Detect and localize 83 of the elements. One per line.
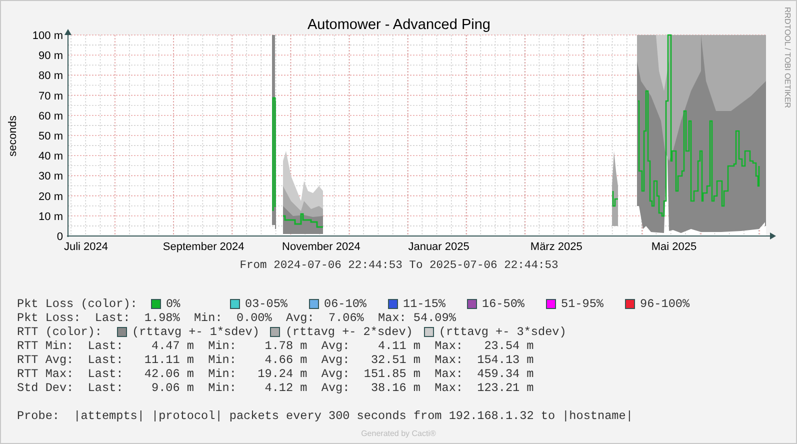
y-axis-label: seconds [7, 116, 19, 156]
x-tick-label: Januar 2025 [408, 241, 470, 253]
stat-value: 9.06 m [150, 381, 194, 395]
stat-value: 0.00% [235, 311, 272, 325]
stat-label: Std Dev: [17, 381, 75, 395]
chart-title: Automower - Advanced Ping [308, 17, 490, 33]
stat-key: Last: [88, 339, 124, 353]
stat-key: Min: [208, 339, 236, 353]
generator-credit: Generated by Cacti® [361, 429, 436, 438]
stat-key: Min: [208, 381, 236, 395]
y-tick-label: 70 m [38, 90, 63, 102]
legend-text: (rttavg +- 1*sdev) [132, 325, 260, 339]
legend-text: (rttavg +- 3*sdev) [438, 325, 566, 339]
stat-value: 459.34 m [476, 367, 534, 381]
stat-key: Min: [208, 353, 236, 367]
stat-key: Avg: [286, 311, 314, 325]
stat-value: 151.85 m [362, 367, 420, 381]
y-tick-label: 20 m [38, 190, 63, 203]
legend-label: RTT (color): [17, 325, 103, 339]
legend-text: 11-15% [403, 297, 446, 311]
smoke-band [283, 206, 323, 234]
legend-text: 0% [166, 297, 182, 311]
y-tick-label: 30 m [38, 170, 63, 183]
side-credit: RRDTOOL / TOBI OETIKER [783, 7, 792, 108]
stat-value: 4.11 m [377, 339, 420, 353]
stat-label: RTT Avg: [17, 353, 75, 367]
stat-value: 32.51 m [370, 353, 420, 367]
x-tick-label: September 2024 [162, 241, 244, 253]
y-tick-label: 80 m [38, 70, 63, 82]
legend-text: 16-50% [482, 297, 526, 311]
x-tick-label: November 2024 [282, 241, 360, 253]
stat-key: Max: [434, 367, 463, 381]
y-tick-label: 90 m [38, 50, 63, 62]
stat-value: 42.06 m [143, 367, 194, 381]
stat-value: 4.12 m [264, 381, 308, 395]
stat-key: Min: [194, 311, 222, 325]
latency-line [612, 191, 618, 207]
stat-label: RTT Min: [17, 339, 75, 353]
stat-label: RTT Max: [17, 367, 75, 381]
stat-value: 11.11 m [143, 353, 194, 367]
stat-key: Max: [378, 311, 406, 325]
x-tick-label: Juli 2024 [64, 241, 108, 253]
stat-key: Max: [434, 353, 463, 367]
stat-key: Last: [94, 311, 130, 325]
stat-key: Min: [208, 367, 236, 381]
legend-text: 96-100% [640, 297, 691, 311]
stat-value: 1.98% [143, 311, 180, 325]
stat-key: Last: [88, 381, 124, 395]
y-tick-label: 0 [56, 231, 63, 243]
y-tick-label: 50 m [38, 130, 63, 142]
stat-key: Max: [434, 381, 463, 395]
y-tick-label: 10 m [38, 210, 63, 223]
stat-value: 7.06% [327, 311, 364, 325]
stat-label: Pkt Loss: [17, 311, 82, 325]
latency-line [283, 213, 323, 228]
stat-value: 54.09% [412, 311, 456, 325]
y-tick-label: 100 m [32, 30, 63, 42]
stat-value: 38.16 m [370, 381, 420, 395]
time-range: From 2024-07-06 22:44:53 To 2025-07-06 22:44:53 [240, 260, 558, 272]
stat-key: Avg: [321, 367, 350, 381]
legend-label: Pkt Loss (color): [17, 297, 138, 311]
stat-key: Max: [434, 339, 463, 353]
y-tick-label: 60 m [38, 110, 63, 122]
stat-key: Avg: [321, 353, 350, 367]
stat-key: Last: [88, 353, 124, 367]
x-tick-label: März 2025 [530, 241, 582, 253]
stat-key: Avg: [321, 339, 350, 353]
stat-value: 4.66 m [264, 353, 308, 367]
legend-text: 51-95% [561, 297, 604, 311]
x-tick-label: Mai 2025 [651, 241, 697, 253]
stat-key: Last: [88, 367, 124, 381]
stat-value: 1.78 m [264, 339, 308, 353]
stat-value: 23.54 m [483, 339, 534, 353]
stat-value: 123.21 m [476, 381, 534, 395]
legend-text: 06-10% [324, 297, 368, 311]
stat-value: 19.24 m [256, 367, 308, 381]
stat-value: 154.13 m [476, 353, 534, 367]
legend-text: 03-05% [245, 297, 288, 311]
legend-text: (rttavg +- 2*sdev) [285, 325, 413, 339]
probe-text: Probe: |attempts| |protocol| packets every 300 seconds from 192.168.1.32 to |hostname| [17, 409, 633, 423]
stat-value: 4.47 m [150, 339, 194, 353]
stat-key: Avg: [321, 381, 350, 395]
y-tick-label: 40 m [38, 150, 63, 163]
